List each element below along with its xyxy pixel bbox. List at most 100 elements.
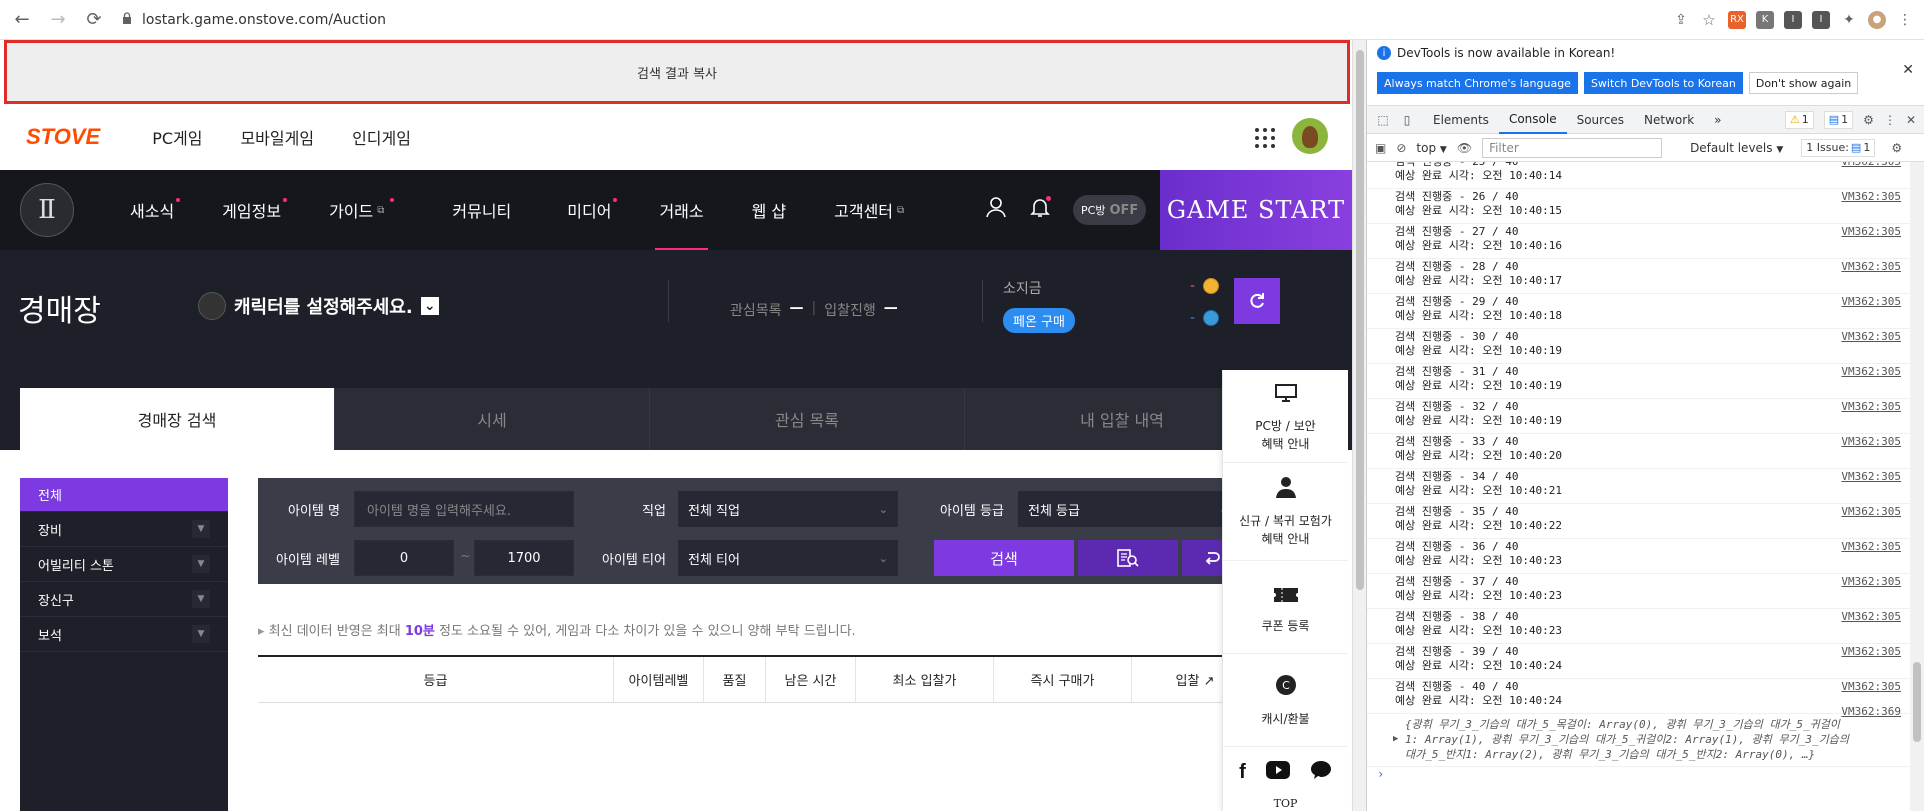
context-select[interactable]: top ▼ [1416,141,1446,155]
detail-search-button[interactable] [1078,540,1178,576]
log-levels-select[interactable]: Default levels ▼ [1690,141,1783,155]
dont-show-button[interactable]: Don't show again [1748,72,1859,94]
nav-community[interactable]: 커뮤니티 [428,170,535,250]
eye-icon[interactable]: 👁 [1457,141,1472,155]
column-remaining-time[interactable]: 남은 시간 [766,657,856,702]
source-link[interactable]: VM362:305 [1841,680,1901,694]
source-link[interactable]: VM362:305 [1841,575,1901,589]
inspect-icon[interactable]: ⬚ [1375,112,1391,128]
kebab-menu-icon[interactable]: ⋮ [1884,113,1896,127]
tab-sources[interactable]: Sources [1567,106,1634,134]
character-selector[interactable]: 캐릭터를 설정해주세요. ⌄ [198,292,439,320]
sidebar-item-equipment[interactable]: 장비 ▼ [20,512,228,547]
source-link[interactable]: VM362:305 [1841,162,1901,169]
extension-k-icon[interactable]: K [1756,10,1774,29]
warning-badge[interactable]: ⚠ 1 [1784,110,1814,129]
nav-news[interactable]: 새소식 [106,170,198,250]
tab-auction-search[interactable]: 경매장 검색 [20,388,335,450]
address-bar[interactable]: lostark.game.onstove.com/Auction [122,12,1542,28]
source-link[interactable]: VM362:305 [1841,295,1901,309]
clear-console-icon[interactable]: ⊘ [1396,141,1406,155]
grade-select[interactable]: 전체 등급⌄ [1018,491,1238,527]
quick-pc-security[interactable]: PC방 / 보안 혜택 안내 [1223,370,1348,463]
match-language-button[interactable]: Always match Chrome's language [1377,72,1578,94]
watchlist-label[interactable]: 관심목록 [730,300,782,320]
level-max-input[interactable]: 1700 [474,540,574,576]
star-icon[interactable]: ☆ [1700,11,1718,29]
item-name-input[interactable]: 아이템 명을 입력해주세요. [354,491,574,527]
sidebar-item-gem[interactable]: 보석 ▼ [20,617,228,652]
column-item-level[interactable]: 아이템레벨 [614,657,704,702]
source-link[interactable]: VM362:305 [1841,540,1901,554]
sidebar-item-accessory[interactable]: 장신구 ▼ [20,582,228,617]
class-select[interactable]: 전체 직업 ⌄ [678,491,898,527]
forward-icon[interactable]: → [44,6,72,34]
console-object-output[interactable]: VM362:369 ▶ {광휘 무기_3_기습의 대가_5_목걸이: Array… [1367,705,1911,766]
console-filter-input[interactable]: Filter [1482,137,1663,158]
switch-korean-button[interactable]: Switch DevTools to Korean [1583,72,1743,94]
search-button[interactable]: 검색 [934,540,1074,576]
source-link[interactable]: VM362:305 [1841,645,1901,659]
game-start-button[interactable]: GAME START [1160,170,1352,250]
source-link[interactable]: VM362:305 [1841,610,1901,624]
nav-exchange[interactable]: 거래소 [635,170,727,250]
source-link[interactable]: VM362:369 [1841,704,1901,719]
tier-select[interactable]: 전체 티어 ⌄ [678,540,898,576]
apps-grid-icon[interactable] [1255,128,1275,148]
source-link[interactable]: VM362:305 [1841,225,1901,239]
facebook-icon[interactable]: f [1239,761,1246,784]
page-scrollbar[interactable] [1352,40,1366,811]
nav-webshop[interactable]: 웹 샵 [728,170,811,250]
nav-media[interactable]: 미디어 [543,170,635,250]
pheon-purchase-button[interactable]: 페온 구매 [1003,308,1075,333]
stove-logo[interactable]: STOVE [26,124,100,150]
source-link[interactable]: VM362:305 [1841,505,1901,519]
bell-icon[interactable] [1029,196,1051,224]
sidebar-item-all[interactable]: 전체 [20,478,228,512]
copy-results-bar[interactable]: 검색 결과 복사 [4,40,1350,104]
tab-market-price[interactable]: 시세 [335,388,650,450]
share-icon[interactable]: ⇪ [1672,11,1690,29]
tab-console[interactable]: Console [1498,106,1567,134]
source-link[interactable]: VM362:305 [1841,330,1901,344]
nav-support[interactable]: 고객센터 ⧉ [810,170,928,250]
source-link[interactable]: VM362:305 [1841,365,1901,379]
column-grade[interactable]: 등급 [258,657,614,702]
nav-gameinfo[interactable]: 게임정보 [198,170,305,250]
close-devtools-icon[interactable]: ✕ [1906,113,1916,127]
lostark-logo[interactable]: Ⅱ [20,183,74,237]
profile-avatar[interactable]: ● [1868,10,1886,29]
console-settings-icon[interactable]: ⚙ [1891,141,1902,155]
column-min-bid[interactable]: 최소 입찰가 [856,657,994,702]
extension-rx-icon[interactable]: RX [1728,10,1746,29]
menu-dots-icon[interactable]: ⋮ [1896,11,1914,29]
tab-network[interactable]: Network [1634,106,1704,134]
quick-cash-refund[interactable]: C 캐시/환불 [1223,654,1348,747]
source-link[interactable]: VM362:305 [1841,260,1901,274]
scroll-top-button[interactable]: TOP [1223,797,1348,811]
expand-triangle-icon[interactable]: ▶ [1393,732,1398,747]
stove-menu-indie[interactable]: 인디게임 [352,125,411,149]
sidebar-item-ability-stone[interactable]: 어빌리티 스톤 ▼ [20,547,228,582]
youtube-icon[interactable] [1265,760,1290,784]
source-link[interactable]: VM362:305 [1841,400,1901,414]
gear-icon[interactable]: ⚙ [1863,113,1874,127]
refresh-button[interactable] [1234,278,1280,324]
column-quality[interactable]: 품질 [704,657,766,702]
quick-new-return[interactable]: 신규 / 복귀 모험가 혜택 안내 [1223,463,1348,561]
column-buyout[interactable]: 즉시 구매가 [994,657,1132,702]
tab-watchlist[interactable]: 관심 목록 [650,388,965,450]
quick-coupon[interactable]: 쿠폰 등록 [1223,561,1348,654]
source-link[interactable]: VM362:305 [1841,190,1901,204]
sidebar-toggle-icon[interactable]: ▣ [1375,141,1386,155]
user-icon[interactable] [985,196,1007,224]
close-icon[interactable]: ✕ [1902,62,1914,78]
more-tabs-button[interactable]: » [1704,106,1731,134]
console-scroll-thumb[interactable] [1913,662,1921,742]
issues-badge[interactable]: 1 Issue: ▤ 1 [1801,138,1876,157]
page-scroll-thumb[interactable] [1356,50,1364,590]
stove-menu-mobile[interactable]: 모바일게임 [240,125,314,149]
extension-2-icon[interactable]: I [1812,10,1830,29]
source-link[interactable]: VM362:305 [1841,470,1901,484]
level-min-input[interactable]: 0 [354,540,454,576]
